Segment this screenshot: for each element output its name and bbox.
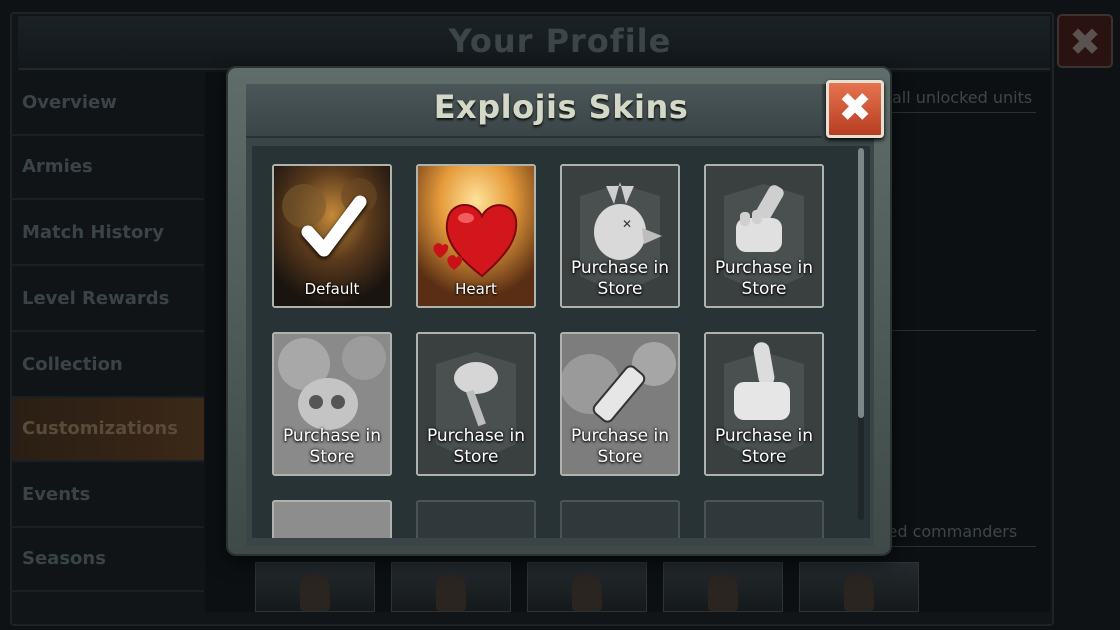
skin-label: Purchase in Store: [570, 258, 670, 299]
skins-scrollbar[interactable]: [858, 148, 864, 520]
sidebar-item-armies[interactable]: Armies: [12, 136, 204, 200]
profile-title: Your Profile: [448, 22, 672, 60]
skin-tile-empty: [560, 500, 680, 538]
commander-portrait[interactable]: [799, 562, 919, 612]
skin-tile-empty: [704, 500, 824, 538]
skin-tile-empty: [416, 500, 536, 538]
commander-portrait[interactable]: [663, 562, 783, 612]
profile-close-button[interactable]: ✖: [1057, 14, 1113, 68]
avatar: [844, 573, 874, 611]
avatar: [572, 573, 602, 611]
commander-portrait[interactable]: [391, 562, 511, 612]
sidebar-item-match-history[interactable]: Match History: [12, 202, 204, 266]
sidebar-item-label: Armies: [22, 156, 93, 177]
skin-label: Heart: [455, 280, 497, 298]
svg-text:✕: ✕: [622, 217, 632, 231]
avatar: [436, 573, 466, 611]
skin-label: Purchase in Store: [570, 426, 670, 467]
skin-label: Purchase in Store: [714, 426, 814, 467]
commander-portrait[interactable]: [527, 562, 647, 612]
skin-tile-default[interactable]: Default: [272, 164, 392, 308]
sidebar-item-events[interactable]: Events: [12, 464, 204, 528]
units-hint-text: all unlocked units: [892, 88, 1033, 107]
sidebar-item-overview[interactable]: Overview: [12, 72, 204, 136]
skin-tile-locked[interactable]: Purchase in Store: [416, 332, 536, 476]
avatar: [708, 573, 738, 611]
skin-label: Purchase in Store: [714, 258, 814, 299]
sidebar-item-label: Match History: [22, 222, 164, 243]
commanders-hint-text: cked commanders: [870, 522, 1018, 541]
close-icon: ✖: [1069, 20, 1101, 64]
skins-grid[interactable]: Default Heart ✕ Purchase in Store Purcha…: [252, 146, 870, 538]
sidebar-item-label: Overview: [22, 92, 117, 113]
skin-label: Default: [304, 280, 360, 298]
close-icon: ✖: [838, 85, 872, 131]
skin-tile-locked[interactable]: Purchase in Store: [560, 332, 680, 476]
sidebar-item-level-rewards[interactable]: Level Rewards: [12, 268, 204, 332]
skin-label: Purchase in Store: [426, 426, 526, 467]
sidebar-item-collection[interactable]: Collection: [12, 334, 204, 398]
skin-tile-locked[interactable]: Purchase in Store: [272, 332, 392, 476]
profile-sidebar: Overview Armies Match History Level Rewa…: [12, 72, 204, 612]
sidebar-item-customizations[interactable]: Customizations: [12, 398, 204, 462]
skin-tile-locked[interactable]: ✕ Purchase in Store: [560, 164, 680, 308]
sidebar-item-label: Seasons: [22, 548, 106, 569]
skin-tile-locked[interactable]: Purchase in Store: [704, 332, 824, 476]
sidebar-item-label: Level Rewards: [22, 288, 170, 309]
scroll-thumb[interactable]: [858, 148, 864, 418]
close-button[interactable]: ✖: [826, 80, 884, 138]
modal-title: Explojis Skins: [433, 88, 689, 126]
sidebar-item-label: Collection: [22, 354, 123, 375]
divider: [870, 546, 1036, 547]
skin-label: Purchase in Store: [282, 426, 382, 467]
divider: [880, 330, 1036, 331]
skin-tile-heart[interactable]: Heart: [416, 164, 536, 308]
sidebar-item-label: Events: [22, 484, 91, 505]
skin-tile-locked[interactable]: Purchase in Store: [704, 164, 824, 308]
sidebar-item-label: Customizations: [22, 418, 178, 439]
avatar: [300, 573, 330, 611]
commander-portrait[interactable]: [255, 562, 375, 612]
skin-tile-partial[interactable]: [272, 500, 392, 538]
sidebar-item-seasons[interactable]: Seasons: [12, 528, 204, 592]
divider: [880, 112, 1036, 113]
